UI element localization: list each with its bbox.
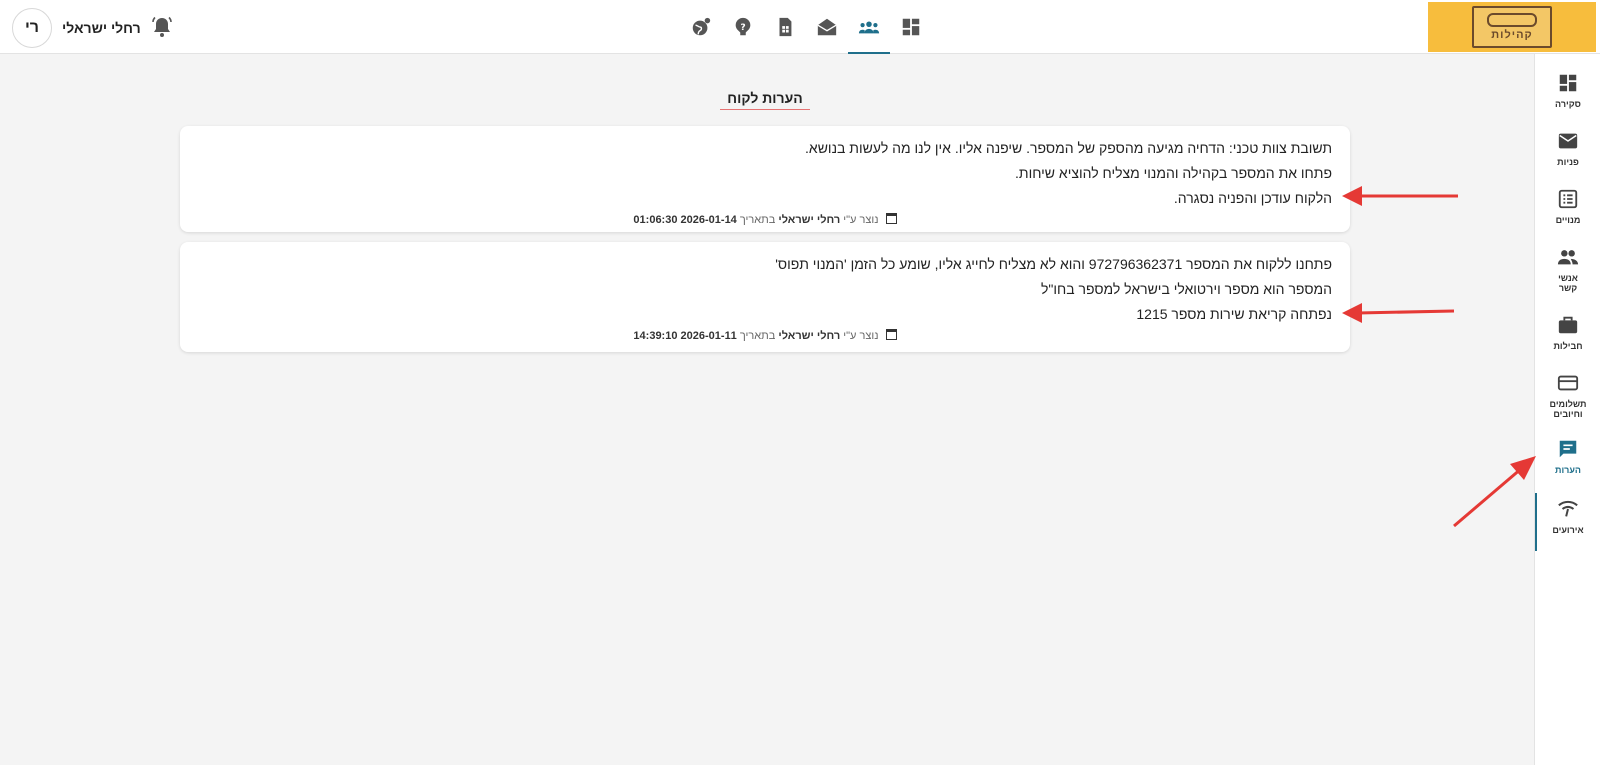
- note-author: רחלי ישראלי: [778, 214, 841, 226]
- sidebar-item-overview[interactable]: סקירה: [1535, 72, 1600, 109]
- note-card: פתחנו ללקוח את המספר 972796362371 והוא ל…: [180, 242, 1350, 352]
- user-name[interactable]: רחלי ישראלי: [62, 20, 141, 36]
- user-menu[interactable]: רי רחלי ישראלי: [12, 8, 141, 48]
- svg-text:?: ?: [740, 22, 745, 33]
- brand-logo[interactable]: קהילות: [1428, 2, 1596, 52]
- note-meta: נוצר ע"י רחלי ישראלי בתאריך 2026-01-14 0…: [198, 213, 1332, 226]
- sidebar-item-subscribers[interactable]: מנויים: [1535, 188, 1600, 225]
- help-icon: ?: [735, 17, 751, 36]
- note-card: תשובת צוות טכני: הדחיה מגיעה מהספק של המ…: [180, 126, 1350, 232]
- dashboard-icon: [902, 18, 920, 36]
- nav-help[interactable]: ?: [722, 0, 764, 54]
- note-datetime: 2026-01-11 14:39:10: [633, 330, 737, 342]
- note-date-prefix: בתאריך: [739, 330, 776, 342]
- note-author: רחלי ישראלי: [778, 330, 841, 342]
- logo-text: קהילות: [1491, 29, 1533, 41]
- people-icon: [1557, 250, 1579, 265]
- nav-messages[interactable]: [806, 0, 848, 54]
- dashboard-icon: [1559, 74, 1577, 92]
- top-bar: רי רחלי ישראלי ? קהילות: [0, 0, 1600, 54]
- messages-icon: [817, 18, 837, 36]
- sidebar-item-label: סקירה: [1555, 99, 1581, 109]
- calendar-icon: [885, 213, 897, 224]
- page-title: הערות לקוח: [720, 90, 810, 110]
- list-icon: [1558, 189, 1578, 209]
- note-date-prefix: בתאריך: [739, 214, 776, 226]
- sidebar-item-label: תשלומים וחיובים: [1549, 399, 1587, 419]
- nav-globe[interactable]: [680, 0, 722, 54]
- note-meta-prefix: נוצר ע"י: [843, 330, 879, 342]
- annotation-arrow: [1342, 186, 1458, 206]
- sidebar-item-notes[interactable]: הערות: [1535, 438, 1600, 475]
- signal-icon: [1558, 500, 1578, 517]
- note-meta: נוצר ע"י רחלי ישראלי בתאריך 2026-01-11 1…: [198, 329, 1332, 342]
- note-line: נפתחה קריאת שירות מספר 1215: [1136, 306, 1332, 322]
- note-line: תשובת צוות טכני: הדחיה מגיעה מהספק של המ…: [805, 140, 1332, 156]
- note-line: פתחו את המספר בקהילה והמנוי מצליח להוציא…: [1015, 165, 1332, 181]
- contacts-icon: [858, 21, 880, 34]
- sidebar-item-inquiries[interactable]: פניות: [1535, 130, 1600, 167]
- bell-icon[interactable]: [150, 15, 174, 39]
- sidebar-item-label: אנשי קשר: [1558, 273, 1578, 293]
- briefcase-icon: [1558, 316, 1578, 334]
- sidebar-item-label: מנויים: [1555, 215, 1581, 225]
- sidebar: סקירה פניות מנויים אנשי קשר חבילות תשלומ…: [1534, 54, 1600, 765]
- note-datetime: 2026-01-14 01:06:30: [633, 214, 737, 226]
- annotation-arrow: [1453, 456, 1536, 528]
- sidebar-item-label: אירועים: [1552, 525, 1584, 535]
- sidebar-item-label: הערות: [1554, 465, 1581, 475]
- sidebar-item-contacts[interactable]: אנשי קשר: [1535, 246, 1600, 293]
- credit-card-icon: [1557, 375, 1579, 391]
- comment-icon: [1559, 440, 1577, 458]
- nav-contacts[interactable]: [848, 0, 890, 54]
- sim-icon: [779, 17, 792, 37]
- annotation-arrow: [1342, 303, 1455, 323]
- mail-icon: [1558, 133, 1578, 149]
- sidebar-item-label: פניות: [1557, 157, 1579, 167]
- note-line: הלקוח עודכן והפניה נסגרה.: [1173, 190, 1332, 206]
- sidebar-item-packages[interactable]: חבילות: [1535, 314, 1600, 351]
- globe-icon: [692, 17, 711, 36]
- sidebar-item-events[interactable]: אירועים: [1535, 498, 1600, 535]
- sidebar-item-payments[interactable]: תשלומים וחיובים: [1535, 372, 1600, 419]
- calendar-icon: [885, 329, 897, 340]
- sidebar-item-label: חבילות: [1553, 341, 1583, 351]
- note-line: פתחנו ללקוח את המספר 972796362371 והוא ל…: [775, 256, 1332, 272]
- note-meta-prefix: נוצר ע"י: [843, 214, 879, 226]
- avatar[interactable]: רי: [12, 8, 52, 48]
- nav-dashboard[interactable]: [890, 0, 932, 54]
- logo-mark: קהילות: [1472, 6, 1552, 48]
- nav-sim[interactable]: [764, 0, 806, 54]
- top-nav: ?: [680, 0, 932, 54]
- sim-logo-icon: [1487, 13, 1537, 27]
- note-line: המספר הוא מספר וירטואלי בישראל למספר בחו…: [1040, 281, 1332, 297]
